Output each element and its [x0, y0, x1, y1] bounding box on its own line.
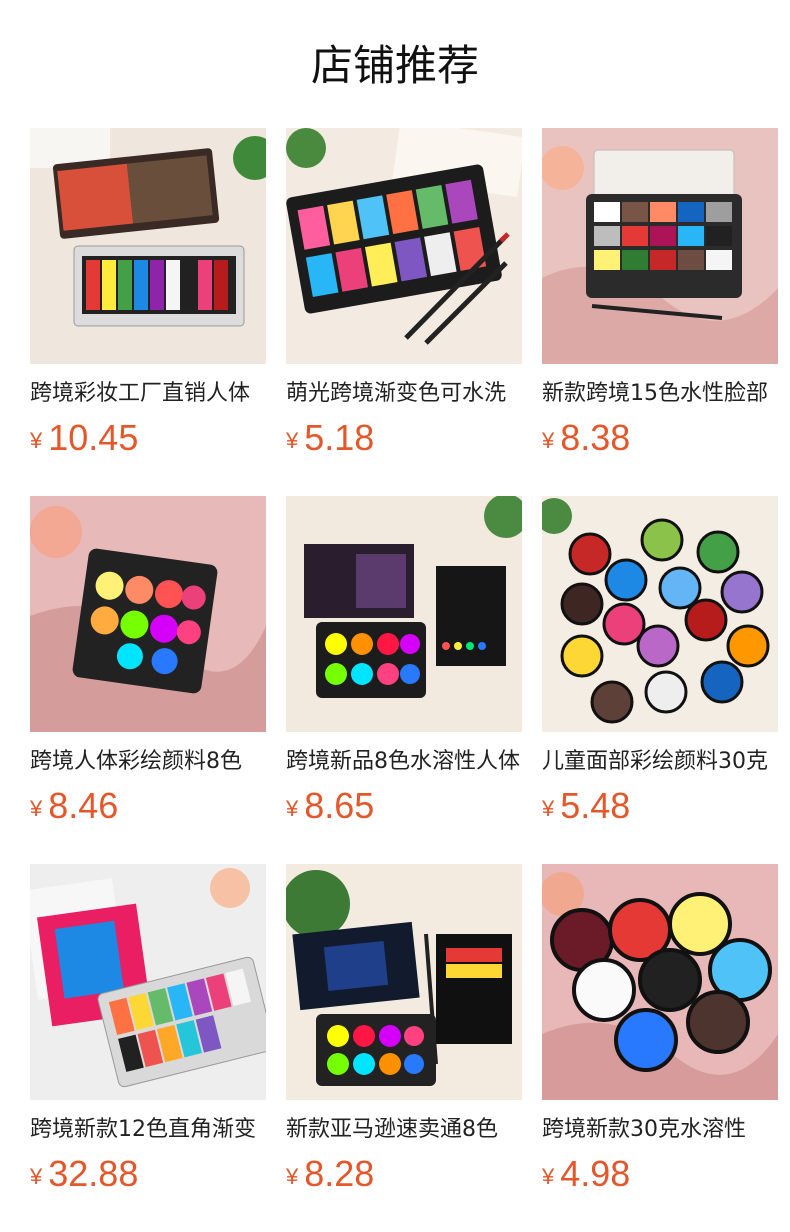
product-price: ¥5.18	[286, 416, 374, 460]
product-price: ¥5.48	[542, 784, 630, 828]
product-card[interactable]: 跨境新款12色直角渐变 ¥32.88	[30, 864, 266, 1194]
product-card[interactable]: 儿童面部彩绘颜料30克 ¥5.48	[542, 496, 778, 826]
product-name[interactable]: 萌光跨境渐变色可水洗	[286, 378, 522, 410]
product-image[interactable]	[542, 496, 778, 732]
product-price: ¥8.65	[286, 784, 374, 828]
product-card[interactable]: 跨境新品8色水溶性人体 ¥8.65	[286, 496, 522, 826]
product-price: ¥8.46	[30, 784, 118, 828]
price-amount: 8.46	[48, 785, 119, 826]
product-name[interactable]: 跨境人体彩绘颜料8色	[30, 746, 266, 778]
product-name[interactable]: 跨境新品8色水溶性人体	[286, 746, 522, 778]
product-price: ¥10.45	[30, 416, 138, 460]
currency-symbol: ¥	[30, 1164, 43, 1189]
product-card[interactable]: 新款跨境15色水性脸部 ¥8.38	[542, 128, 778, 458]
price-amount: 5.18	[304, 417, 375, 458]
product-name[interactable]: 新款跨境15色水性脸部	[542, 378, 778, 410]
currency-symbol: ¥	[286, 428, 299, 453]
currency-symbol: ¥	[542, 428, 555, 453]
product-price: ¥8.28	[286, 1152, 374, 1196]
product-card[interactable]: 跨境彩妆工厂直销人体 ¥10.45	[30, 128, 266, 458]
product-image[interactable]	[286, 496, 522, 732]
price-amount: 8.38	[560, 417, 631, 458]
product-price: ¥4.98	[542, 1152, 630, 1196]
product-card[interactable]: 新款亚马逊速卖通8色 ¥8.28	[286, 864, 522, 1194]
product-card[interactable]: 萌光跨境渐变色可水洗 ¥5.18	[286, 128, 522, 458]
product-image[interactable]	[30, 496, 266, 732]
product-image[interactable]	[542, 128, 778, 364]
currency-symbol: ¥	[542, 796, 555, 821]
currency-symbol: ¥	[30, 428, 43, 453]
price-amount: 8.28	[304, 1153, 375, 1194]
currency-symbol: ¥	[542, 1164, 555, 1189]
product-name[interactable]: 跨境彩妆工厂直销人体	[30, 378, 266, 410]
currency-symbol: ¥	[286, 796, 299, 821]
product-name[interactable]: 跨境新款12色直角渐变	[30, 1114, 266, 1146]
product-image[interactable]	[30, 864, 266, 1100]
price-amount: 8.65	[304, 785, 375, 826]
price-amount: 10.45	[48, 417, 139, 458]
product-card[interactable]: 跨境新款30克水溶性 ¥4.98	[542, 864, 778, 1194]
product-price: ¥8.38	[542, 416, 630, 460]
product-image[interactable]	[286, 864, 522, 1100]
currency-symbol: ¥	[286, 1164, 299, 1189]
product-name[interactable]: 新款亚马逊速卖通8色	[286, 1114, 522, 1146]
product-image[interactable]	[542, 864, 778, 1100]
product-price: ¥32.88	[30, 1152, 138, 1196]
currency-symbol: ¥	[30, 796, 43, 821]
price-amount: 4.98	[560, 1153, 631, 1194]
product-image[interactable]	[286, 128, 522, 364]
price-amount: 5.48	[560, 785, 631, 826]
product-card[interactable]: 跨境人体彩绘颜料8色 ¥8.46	[30, 496, 266, 826]
product-name[interactable]: 儿童面部彩绘颜料30克	[542, 746, 778, 778]
product-image[interactable]	[30, 128, 266, 364]
page-title: 店铺推荐	[310, 41, 479, 90]
product-name[interactable]: 跨境新款30克水溶性	[542, 1114, 778, 1146]
price-amount: 32.88	[48, 1153, 139, 1194]
